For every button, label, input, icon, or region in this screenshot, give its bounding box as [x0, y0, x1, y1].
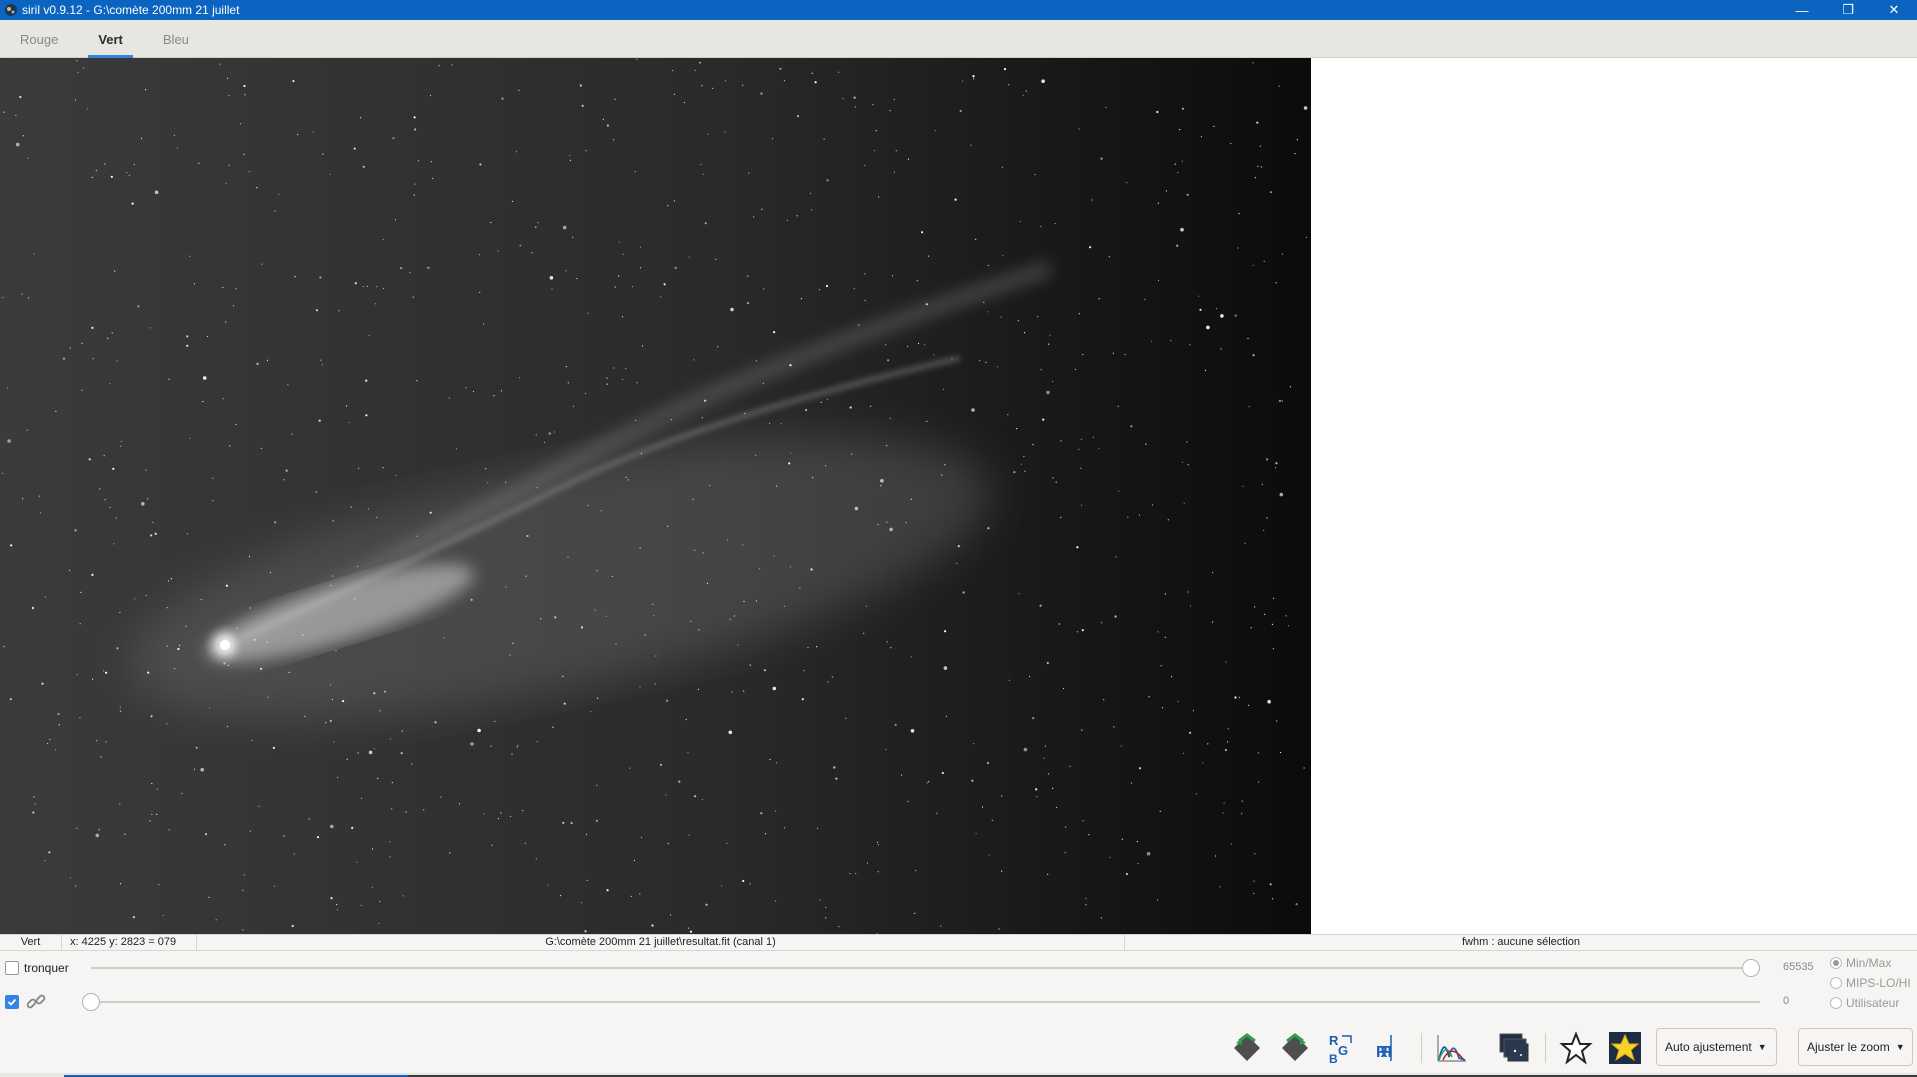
auto-adjust-label: Auto ajustement [1665, 1040, 1752, 1054]
comet-image [0, 58, 1311, 934]
close-button[interactable]: ✕ [1871, 0, 1917, 20]
image-canvas[interactable] [0, 58, 1311, 934]
high-slider-track[interactable] [91, 967, 1760, 969]
tronquer-checkbox[interactable] [5, 961, 19, 975]
minimize-button[interactable]: — [1779, 0, 1825, 20]
scale-mode-radio-group: Min/Max MIPS-LO/HI Utilisateur [1830, 953, 1917, 1013]
siril-app-icon [4, 3, 18, 17]
tab-rouge[interactable]: Rouge [0, 20, 78, 58]
channel-tabs: Rouge Vert Bleu [0, 20, 1917, 58]
status-file: G:\comète 200mm 21 juillet\resultat.fit … [197, 934, 1125, 951]
chevron-down-icon: ▼ [1757, 1042, 1767, 1052]
radio-mips-label: MIPS-LO/HI [1846, 976, 1911, 990]
siril-window: siril v0.9.12 - G:\comète 200mm 21 juill… [0, 0, 1917, 1077]
color-star-icon[interactable] [1605, 1028, 1645, 1068]
svg-text:R: R [1380, 1044, 1392, 1061]
rotate-left-icon[interactable] [1227, 1028, 1267, 1068]
radio-utilisateur-label: Utilisateur [1846, 996, 1900, 1010]
high-slider-handle[interactable] [1742, 959, 1760, 977]
low-slider-row: 0 [0, 987, 1917, 1017]
radio-utilisateur-dot[interactable] [1830, 997, 1842, 1009]
radio-minmax[interactable]: Min/Max [1830, 953, 1917, 973]
svg-text:B: B [1329, 1052, 1338, 1065]
chevron-down-icon: ▼ [1895, 1042, 1905, 1052]
status-coordinates: x: 4225 y: 2823 = 079 [62, 934, 197, 951]
empty-panel [1311, 58, 1917, 934]
svg-text:G: G [1338, 1043, 1348, 1058]
link-icon [25, 991, 47, 1013]
status-bar: Vert x: 4225 y: 2823 = 079 G:\comète 200… [0, 934, 1917, 951]
radio-mips[interactable]: MIPS-LO/HI [1830, 973, 1917, 993]
radio-utilisateur[interactable]: Utilisateur [1830, 993, 1917, 1013]
status-channel: Vert [0, 934, 62, 951]
radio-mips-dot[interactable] [1830, 977, 1842, 989]
radio-minmax-label: Min/Max [1846, 956, 1892, 970]
low-slider-track[interactable] [91, 1001, 1760, 1003]
window-title: siril v0.9.12 - G:\comète 200mm 21 juill… [22, 3, 240, 17]
bottom-toolbar: RGB RR Auto ajustement ▼ Ajuster le zoom… [0, 1025, 1917, 1071]
psf-star-icon[interactable] [1556, 1028, 1596, 1068]
high-slider-row: tronquer 65535 [0, 953, 1917, 983]
link-checkbox[interactable] [5, 995, 19, 1009]
tab-vert[interactable]: Vert [78, 20, 143, 58]
zoom-fit-label: Ajuster le zoom [1807, 1040, 1890, 1054]
status-fwhm: fwhm : aucune sélection [1461, 936, 1580, 948]
mirror-icon[interactable]: RR [1371, 1028, 1411, 1068]
image-stack-icon[interactable] [1494, 1028, 1534, 1068]
tab-bleu[interactable]: Bleu [143, 20, 209, 58]
auto-adjust-dropdown[interactable]: Auto ajustement ▼ [1656, 1028, 1777, 1066]
rotate-right-icon[interactable] [1275, 1028, 1315, 1068]
title-bar: siril v0.9.12 - G:\comète 200mm 21 juill… [0, 0, 1917, 20]
histogram-icon[interactable] [1432, 1028, 1472, 1068]
low-slider-value: 0 [1783, 995, 1790, 1007]
tronquer-label: tronquer [24, 961, 69, 975]
restore-button[interactable]: ❐ [1825, 0, 1871, 20]
zoom-fit-dropdown[interactable]: Ajuster le zoom ▼ [1798, 1028, 1913, 1066]
bottom-strip [0, 1073, 1917, 1077]
radio-minmax-dot[interactable] [1830, 957, 1842, 969]
rgb-swap-icon[interactable]: RGB [1323, 1028, 1363, 1068]
low-slider-handle[interactable] [82, 993, 100, 1011]
high-slider-value: 65535 [1783, 961, 1814, 973]
